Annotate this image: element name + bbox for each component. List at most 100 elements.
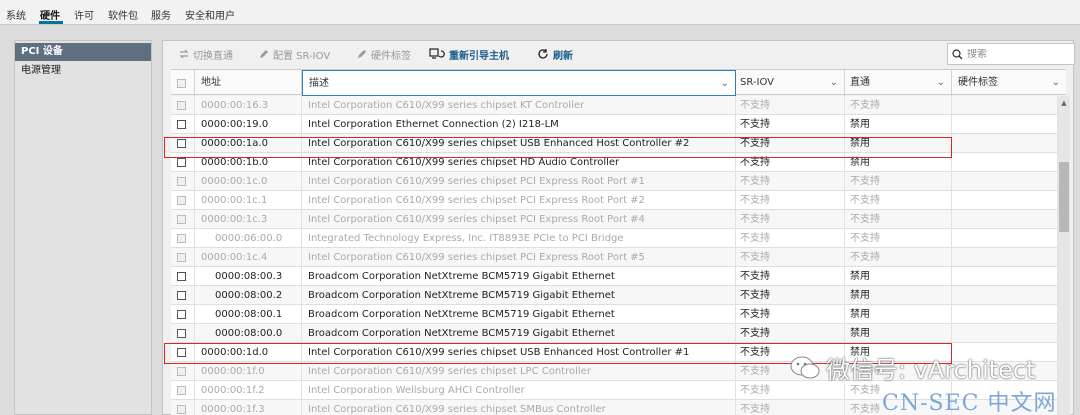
cell-description: Intel Corporation C610/X99 series chipse… xyxy=(302,153,736,172)
table-row[interactable]: 0000:00:1a.0 Intel Corporation C610/X99 s… xyxy=(171,134,1058,153)
reboot-host-icon xyxy=(429,48,445,59)
cell-sriov: 不支持 xyxy=(736,400,845,415)
select-all-checkbox[interactable] xyxy=(177,78,186,88)
table-row[interactable]: 0000:00:1c.1 Intel Corporation C610/X99 s… xyxy=(171,191,1058,210)
scrollbar-thumb[interactable] xyxy=(1059,162,1069,232)
cell-description: Intel Corporation C610/X99 series chipse… xyxy=(302,248,736,267)
row-checkbox[interactable] xyxy=(177,158,186,167)
hardware-label-label: 硬件标签 xyxy=(371,50,411,62)
chevron-down-icon[interactable]: ⌄ xyxy=(937,70,945,96)
cell-passthrough: 禁用 xyxy=(845,153,952,172)
chevron-down-icon[interactable]: ⌄ xyxy=(1052,70,1060,96)
cell-hardware-tag xyxy=(952,134,1058,153)
configure-sriov-button[interactable]: 配置 SR-IOV xyxy=(258,46,330,62)
row-checkbox[interactable] xyxy=(177,405,186,414)
cell-description: Intel Corporation C610/X99 series chipse… xyxy=(302,191,736,210)
column-header-sriov[interactable]: SR-IOV ⌄ xyxy=(736,70,845,96)
table-row[interactable]: 0000:00:1b.0 Intel Corporation C610/X99 s… xyxy=(171,153,1058,172)
cell-sriov: 不支持 xyxy=(736,210,845,229)
cell-sriov: 不支持 xyxy=(736,324,845,343)
row-checkbox[interactable] xyxy=(177,386,186,395)
tab-license[interactable]: 许可 xyxy=(74,7,94,22)
chevron-down-icon[interactable]: ⌄ xyxy=(830,70,838,96)
row-checkbox[interactable] xyxy=(177,196,186,205)
row-checkbox[interactable] xyxy=(177,234,186,243)
search-input[interactable] xyxy=(967,48,1067,60)
cell-sriov: 不支持 xyxy=(736,248,845,267)
tab-services[interactable]: 服务 xyxy=(151,7,171,22)
cell-address: 0000:08:00.1 xyxy=(195,305,302,324)
site-watermark-text: CN-SEC 中文网 xyxy=(882,391,1057,415)
column-header-hardware-tag[interactable]: 硬件标签 ⌄ xyxy=(952,70,1066,96)
tab-hardware[interactable]: 硬件 xyxy=(40,7,60,22)
row-checkbox-cell xyxy=(171,248,195,267)
table-row[interactable]: 0000:08:00.3 Broadcom Corporation NetXtre… xyxy=(171,267,1058,286)
cell-passthrough: 禁用 xyxy=(845,286,952,305)
table-row[interactable]: 0000:08:00.1 Broadcom Corporation NetXtre… xyxy=(171,305,1058,324)
cell-passthrough: 不支持 xyxy=(845,191,952,210)
cell-address: 0000:00:1c.1 xyxy=(195,191,302,210)
row-checkbox[interactable] xyxy=(177,348,186,357)
cell-passthrough: 禁用 xyxy=(845,324,952,343)
table-scrollbar[interactable]: ▲ xyxy=(1058,96,1070,415)
row-checkbox[interactable] xyxy=(177,329,186,338)
cell-description: Intel Corporation Ethernet Connection (2… xyxy=(302,115,736,134)
column-sriov-label: SR-IOV xyxy=(740,77,774,88)
cell-address: 0000:00:16.3 xyxy=(195,96,302,115)
table-row[interactable]: 0000:08:00.0 Broadcom Corporation NetXtre… xyxy=(171,324,1058,343)
cell-passthrough: 禁用 xyxy=(845,267,952,286)
cell-sriov: 不支持 xyxy=(736,134,845,153)
table-row[interactable]: 0000:00:1c.0 Intel Corporation C610/X99 s… xyxy=(171,172,1058,191)
tab-security-users[interactable]: 安全和用户 xyxy=(185,7,235,22)
cell-description: Intel Corporation C610/X99 series chipse… xyxy=(302,210,736,229)
row-checkbox[interactable] xyxy=(177,272,186,281)
table-row[interactable]: 0000:08:00.2 Broadcom Corporation NetXtre… xyxy=(171,286,1058,305)
nav-item-pci-devices[interactable]: PCI 设备 xyxy=(15,43,151,61)
row-checkbox[interactable] xyxy=(177,177,186,186)
table-row[interactable]: 0000:00:19.0 Intel Corporation Ethernet C… xyxy=(171,115,1058,134)
row-checkbox[interactable] xyxy=(177,215,186,224)
cell-address: 0000:00:1f.3 xyxy=(195,400,302,415)
row-checkbox[interactable] xyxy=(177,101,186,110)
reboot-host-button[interactable]: 重新引导主机 xyxy=(429,46,509,62)
column-description-label: 描述 xyxy=(309,78,329,89)
column-header-address[interactable]: 地址 xyxy=(195,70,302,96)
refresh-label: 刷新 xyxy=(553,50,573,62)
row-checkbox-cell xyxy=(171,343,195,362)
toggle-passthrough-button[interactable]: 切换直通 xyxy=(179,46,233,62)
nav-item-power-management[interactable]: 电源管理 xyxy=(15,62,151,80)
wechat-icon xyxy=(790,356,820,378)
row-checkbox-cell xyxy=(171,210,195,229)
table-row[interactable]: 0000:00:1c.4 Intel Corporation C610/X99 s… xyxy=(171,248,1058,267)
row-checkbox[interactable] xyxy=(177,139,186,148)
hardware-label-button[interactable]: 硬件标签 xyxy=(356,46,411,62)
column-header-passthrough[interactable]: 直通 ⌄ xyxy=(845,70,952,96)
row-checkbox[interactable] xyxy=(177,253,186,262)
row-checkbox[interactable] xyxy=(177,367,186,376)
row-checkbox-cell xyxy=(171,381,195,400)
cell-sriov: 不支持 xyxy=(736,172,845,191)
row-checkbox-cell xyxy=(171,115,195,134)
cell-address: 0000:00:1c.0 xyxy=(195,172,302,191)
row-checkbox[interactable] xyxy=(177,310,186,319)
tab-system[interactable]: 系统 xyxy=(6,7,26,22)
row-checkbox[interactable] xyxy=(177,291,186,300)
column-header-description[interactable]: 描述 ⌄ xyxy=(302,70,736,96)
tab-packages[interactable]: 软件包 xyxy=(108,7,138,22)
cell-sriov: 不支持 xyxy=(736,191,845,210)
table-row[interactable]: 0000:00:16.3 Intel Corporation C610/X99 s… xyxy=(171,96,1058,115)
cell-address: 0000:00:1c.4 xyxy=(195,248,302,267)
cell-passthrough: 不支持 xyxy=(845,172,952,191)
row-checkbox-cell xyxy=(171,286,195,305)
row-checkbox-cell xyxy=(171,134,195,153)
row-checkbox[interactable] xyxy=(177,120,186,129)
cell-description: Intel Corporation C610/X99 series chipse… xyxy=(302,343,736,362)
scroll-up-icon[interactable]: ▲ xyxy=(1059,98,1069,108)
cell-sriov: 不支持 xyxy=(736,153,845,172)
chevron-down-icon[interactable]: ⌄ xyxy=(721,71,729,97)
table-row[interactable]: 0000:06:00.0 Integrated Technology Expres… xyxy=(171,229,1058,248)
pencil-icon xyxy=(358,49,366,58)
table-row[interactable]: 0000:00:1c.3 Intel Corporation C610/X99 s… xyxy=(171,210,1058,229)
refresh-button[interactable]: 刷新 xyxy=(537,46,573,62)
column-passthrough-label: 直通 xyxy=(850,77,870,88)
